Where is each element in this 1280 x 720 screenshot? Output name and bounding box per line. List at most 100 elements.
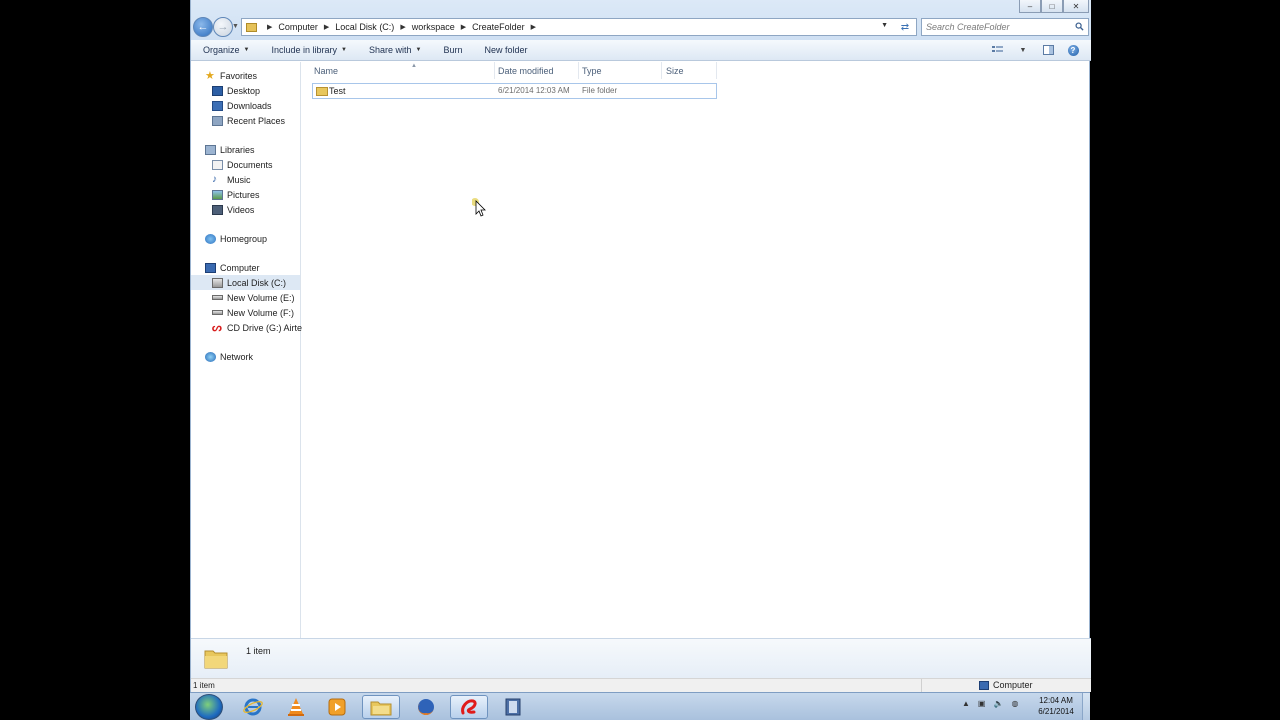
status-location-label: Computer [993,680,1033,690]
video-app-icon [505,698,521,716]
folder-icon [316,87,328,96]
status-item-count: 1 item [193,681,215,690]
network-status-icon[interactable]: ▣ [978,699,986,708]
close-button[interactable]: ✕ [1063,0,1089,13]
nav-label: Local Disk (C:) [227,277,287,288]
hard-drive-icon [212,277,223,288]
new-folder-button[interactable]: New folder [484,45,527,55]
chevron-right-icon[interactable]: ▶ [324,23,329,31]
folder-icon [246,22,257,32]
nav-new-volume-e[interactable]: New Volume (E:) [191,290,300,305]
taskbar-vlc[interactable] [277,695,315,719]
nav-documents[interactable]: Documents [191,157,300,172]
column-header-date-modified[interactable]: Date modified [498,66,554,76]
antivirus-icon[interactable]: ◍ [1011,699,1018,708]
airtel-icon: ᔕ [212,321,222,334]
taskbar-windows-explorer[interactable] [362,695,400,719]
details-pane: 1 item [191,638,1091,678]
file-date-modified: 6/21/2014 12:03 AM [498,86,570,95]
recent-places-icon [212,115,223,126]
share-with-button[interactable]: Share with ▼ [369,45,421,55]
nav-desktop[interactable]: Desktop [191,83,300,98]
breadcrumb-local-disk[interactable]: Local Disk (C:) [335,22,394,32]
nav-network[interactable]: Network [191,349,300,364]
show-desktop-button[interactable] [1082,693,1090,720]
help-button[interactable]: ? [1065,43,1081,57]
volume-icon[interactable]: 🔈 [993,699,1003,708]
search-box[interactable] [921,18,1089,36]
chevron-down-icon: ▼ [415,47,422,53]
address-bar[interactable]: ▶ Computer ▶ Local Disk (C:) ▶ workspace… [241,18,917,36]
start-button[interactable] [195,694,223,720]
desktop-icon [212,85,223,96]
nav-favorites[interactable]: ★ Favorites [191,68,300,83]
libraries-icon [205,144,216,155]
column-divider[interactable] [494,62,495,79]
column-header-name[interactable]: Name ▲ [314,63,417,76]
nav-recent-places[interactable]: Recent Places [191,113,300,128]
search-input[interactable] [926,22,1071,32]
firefox-icon [418,699,435,715]
forward-button[interactable]: → [213,17,233,37]
maximize-button[interactable]: □ [1041,0,1063,13]
column-divider[interactable] [661,62,662,79]
minimize-button[interactable]: – [1019,0,1041,13]
include-in-library-label: Include in library [271,45,338,55]
refresh-icon: ⇄ [900,21,910,33]
system-clock[interactable]: 12:04 AM 6/21/2014 [1032,695,1080,717]
breadcrumb-workspace[interactable]: workspace [412,22,455,32]
table-row[interactable]: Test 6/21/2014 12:03 AM File folder [312,83,717,99]
network-icon [205,351,216,362]
chevron-down-icon: ▼ [1019,46,1027,54]
taskbar-internet-explorer[interactable] [234,695,272,719]
refresh-button[interactable]: ⇄ [896,20,914,34]
column-divider[interactable] [716,62,717,79]
nav-libraries[interactable]: Libraries [191,142,300,157]
preview-pane-button[interactable] [1040,43,1056,57]
clock-time: 12:04 AM [1039,696,1073,705]
breadcrumb-computer[interactable]: Computer [278,22,318,32]
help-icon: ? [1067,44,1079,56]
nav-downloads[interactable]: Downloads [191,98,300,113]
airtel-icon [461,699,477,715]
chevron-right-icon[interactable]: ▶ [461,23,466,31]
burn-button[interactable]: Burn [443,45,462,55]
recent-pages-dropdown-icon[interactable]: ▼ [232,23,239,30]
show-hidden-icons-icon[interactable]: ▲ [962,699,970,708]
nav-new-volume-f[interactable]: New Volume (F:) [191,305,300,320]
address-dropdown-icon[interactable]: ▼ [881,22,888,29]
folder-icon [204,650,228,669]
include-in-library-button[interactable]: Include in library ▼ [271,45,346,55]
change-view-button[interactable] [990,43,1006,57]
more-views-dropdown[interactable]: ▼ [1015,43,1031,57]
taskbar-airtel[interactable] [450,695,488,719]
nav-videos[interactable]: Videos [191,202,300,217]
back-arrow-icon: ← [197,21,209,33]
vlc-icon [288,698,304,716]
nav-label: Recent Places [227,115,286,126]
column-header-type[interactable]: Type [582,66,602,76]
search-icon[interactable] [1075,22,1084,31]
column-header-size[interactable]: Size [666,66,684,76]
breadcrumb-createfolder[interactable]: CreateFolder [472,22,525,32]
nav-local-disk-c[interactable]: Local Disk (C:) [191,275,300,290]
column-divider[interactable] [578,62,579,79]
taskbar-media-player[interactable] [318,695,356,719]
nav-label: Computer [220,262,260,273]
chevron-right-icon[interactable]: ▶ [531,23,536,31]
taskbar-firefox[interactable] [407,695,445,719]
taskbar-video-app[interactable] [494,695,532,719]
chevron-right-icon[interactable]: ▶ [267,23,272,31]
chevron-right-icon[interactable]: ▶ [400,23,405,31]
nav-pictures[interactable]: Pictures [191,187,300,202]
forward-arrow-icon: → [217,21,229,33]
file-list: Name ▲ Date modified Type Size Test 6/21… [302,62,1089,638]
organize-button[interactable]: Organize ▼ [203,45,249,55]
nav-computer[interactable]: Computer [191,260,300,275]
organize-label: Organize [203,45,240,55]
back-button[interactable]: ← [193,17,213,37]
nav-homegroup[interactable]: Homegroup [191,231,300,246]
nav-cd-drive-g[interactable]: ᔕ CD Drive (G:) Airtel [191,320,304,335]
nav-music[interactable]: ♪ Music [191,172,300,187]
nav-label: CD Drive (G:) Airtel [227,322,305,333]
